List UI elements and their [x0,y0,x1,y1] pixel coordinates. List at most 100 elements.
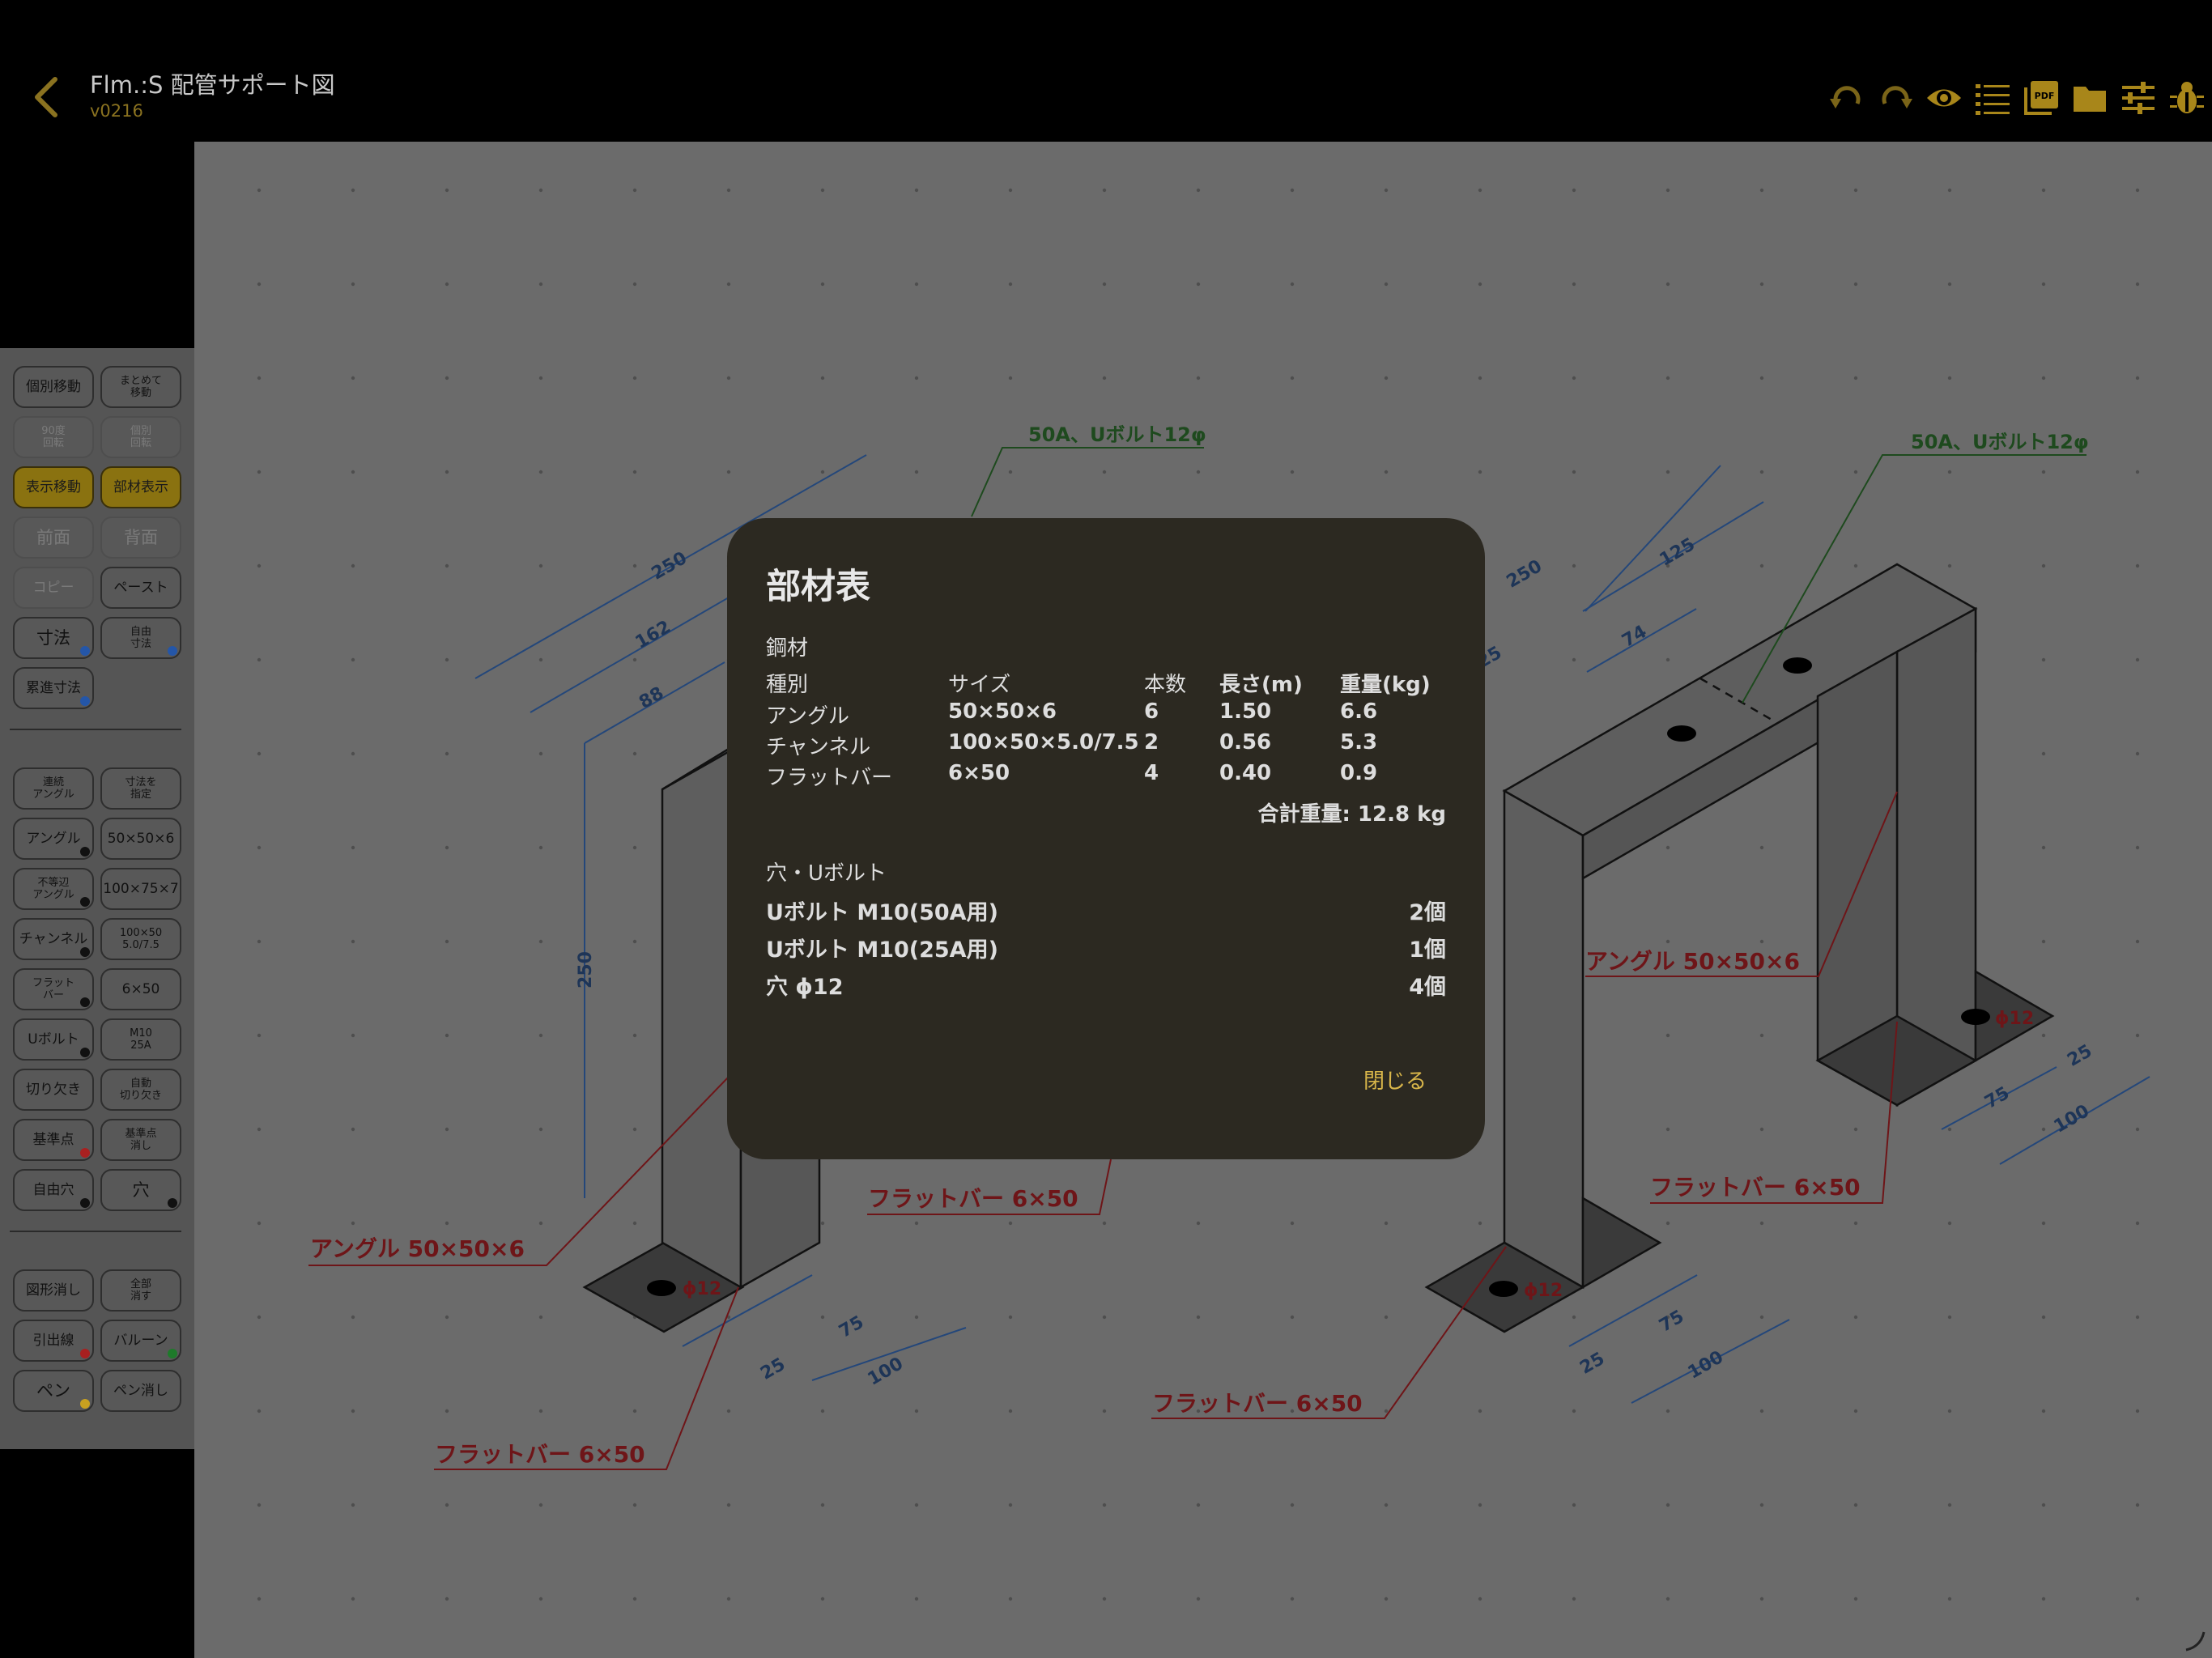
tool-button-label: 全部 消す [130,1278,151,1303]
tool-button[interactable]: 個別 回転 [100,416,181,458]
col-header-weight: 重量(kg) [1340,673,1431,697]
tool-button[interactable]: 引出線 [13,1320,94,1362]
tool-button-label: ペン消し [113,1383,168,1399]
row-type: フラットバー [766,766,893,790]
version-label: v0216 [90,101,143,121]
tool-button[interactable]: 基準点 消し [100,1119,181,1161]
holes-section-heading: 穴・Uボルト [766,861,887,886]
hole-item-qty: 4個 [1409,975,1446,1000]
tool-button[interactable]: 穴 [100,1169,181,1211]
tool-button[interactable]: 部材表示 [100,466,181,508]
tool-button[interactable]: ペースト [100,567,181,609]
row-weight: 6.6 [1340,699,1378,724]
chevron-left-icon [35,77,57,117]
tool-button-label: 切り欠き [26,1082,81,1098]
tool-button-label: M10 25A [130,1027,152,1052]
tool-button[interactable]: 表示移動 [13,466,94,508]
folder-icon[interactable] [2071,79,2108,117]
sidebar-divider [10,729,181,730]
undo-icon[interactable] [1828,79,1865,117]
hole-item-qty: 1個 [1409,937,1446,963]
row-type: チャンネル [766,735,871,759]
tool-button[interactable]: 背面 [100,517,181,559]
tool-indicator-dot [80,1198,90,1208]
tool-button-label: ペン [36,1381,70,1401]
leader-angle-right: アングル 50×50×6 [1585,948,1800,975]
tool-button[interactable]: アングル [13,818,94,860]
pdf-icon[interactable]: PDF [2023,79,2060,117]
tool-button[interactable]: Uボルト [13,1018,94,1061]
tool-button[interactable]: まとめて 移動 [100,366,181,408]
tool-button[interactable]: 自動 切り欠き [100,1069,181,1111]
tool-button[interactable]: 全部 消す [100,1269,181,1312]
leader-ubolt-right: 50A、Uボルト12φ [1911,431,2089,453]
tool-indicator-dot [80,696,90,706]
tool-button[interactable]: ペン [13,1370,94,1412]
tool-button[interactable]: 6×50 [100,968,181,1010]
tool-button[interactable]: 個別移動 [13,366,94,408]
tool-button[interactable]: 100×75×7 [100,868,181,910]
tool-button-label: コピー [32,580,74,596]
right-top-hole-2 [1667,725,1696,742]
tool-button[interactable]: 100×50 5.0/7.5 [100,918,181,960]
tool-button-label: フラット バー [32,977,74,1001]
tool-button-label: ペースト [113,580,168,596]
sidebar-top-area [0,142,194,348]
tool-button[interactable]: コピー [13,567,94,609]
tool-button-label: 連続 アングル [32,776,74,801]
tool-button-label: 前面 [36,528,70,547]
leader-flat-center: フラットバー 6×50 [868,1185,1078,1212]
top-bar: Flm.:S 配管サポート図 v0216 PDF [0,0,2212,142]
dialog-title: 部材表 [766,567,870,607]
tool-button[interactable]: 連続 アングル [13,767,94,810]
right-top-hole-1 [1783,657,1812,674]
tool-button-label: 累進寸法 [26,680,81,696]
eye-icon[interactable] [1925,79,1963,117]
hole-label-right: ϕ12 [1995,1009,2034,1029]
tool-button-label: 個別移動 [26,379,81,395]
tool-sidebar: 個別移動 まとめて 移動 90度 回転 個別 回転表示移動 部材表示前面 背面コピー ペース… [0,348,194,1449]
tool-button[interactable]: 前面 [13,517,94,559]
bug-icon[interactable] [2168,79,2206,117]
tool-button-label: Uボルト [28,1031,79,1048]
tool-button[interactable]: 90度 回転 [13,416,94,458]
tool-indicator-dot [80,897,90,907]
back-button[interactable] [31,73,63,121]
tool-button[interactable]: バルーン [100,1320,181,1362]
tool-button[interactable]: 累進寸法 [13,667,94,709]
close-button[interactable]: 閉じる [1363,1065,1427,1095]
settings-sliders-icon[interactable] [2120,79,2157,117]
tool-button-label: 引出線 [32,1333,74,1349]
steel-section-heading: 鋼材 [766,636,809,661]
tool-button[interactable]: 不等辺 アングル [13,868,94,910]
row-count: 4 [1144,761,1159,785]
tool-button[interactable]: 50×50×6 [100,818,181,860]
tool-button[interactable]: 自由穴 [13,1169,94,1211]
col-header-size: サイズ [948,673,1011,697]
tool-button[interactable]: 図形消し [13,1269,94,1312]
col-header-length: 長さ(m) [1219,673,1303,697]
redo-icon[interactable] [1877,79,1914,117]
tool-button-label: 90度 回転 [41,425,66,449]
tool-button-label: 個別 回転 [130,425,151,449]
tool-button[interactable]: チャンネル [13,918,94,960]
tool-indicator-dot [168,646,177,656]
resize-handle-icon[interactable] [2183,1629,2206,1652]
tool-button[interactable]: 基準点 [13,1119,94,1161]
tool-button[interactable]: フラット バー [13,968,94,1010]
row-length: 1.50 [1219,699,1272,724]
tool-button-label: チャンネル [19,931,88,947]
svg-text:PDF: PDF [2035,91,2055,101]
tool-button[interactable]: M10 25A [100,1018,181,1061]
tool-button[interactable]: 寸法 [13,617,94,659]
tool-button[interactable]: ペン消し [100,1370,181,1412]
tool-button-label: 表示移動 [26,479,81,495]
tool-indicator-dot [80,1148,90,1158]
tool-button[interactable]: 自由 寸法 [100,617,181,659]
tool-button[interactable]: 寸法を 指定 [100,767,181,810]
tool-button[interactable]: 切り欠き [13,1069,94,1111]
tool-indicator-dot [80,646,90,656]
list-icon[interactable] [1974,79,2011,117]
tool-button-label: まとめて 移動 [119,375,162,399]
hole-label-left: ϕ12 [683,1279,721,1299]
